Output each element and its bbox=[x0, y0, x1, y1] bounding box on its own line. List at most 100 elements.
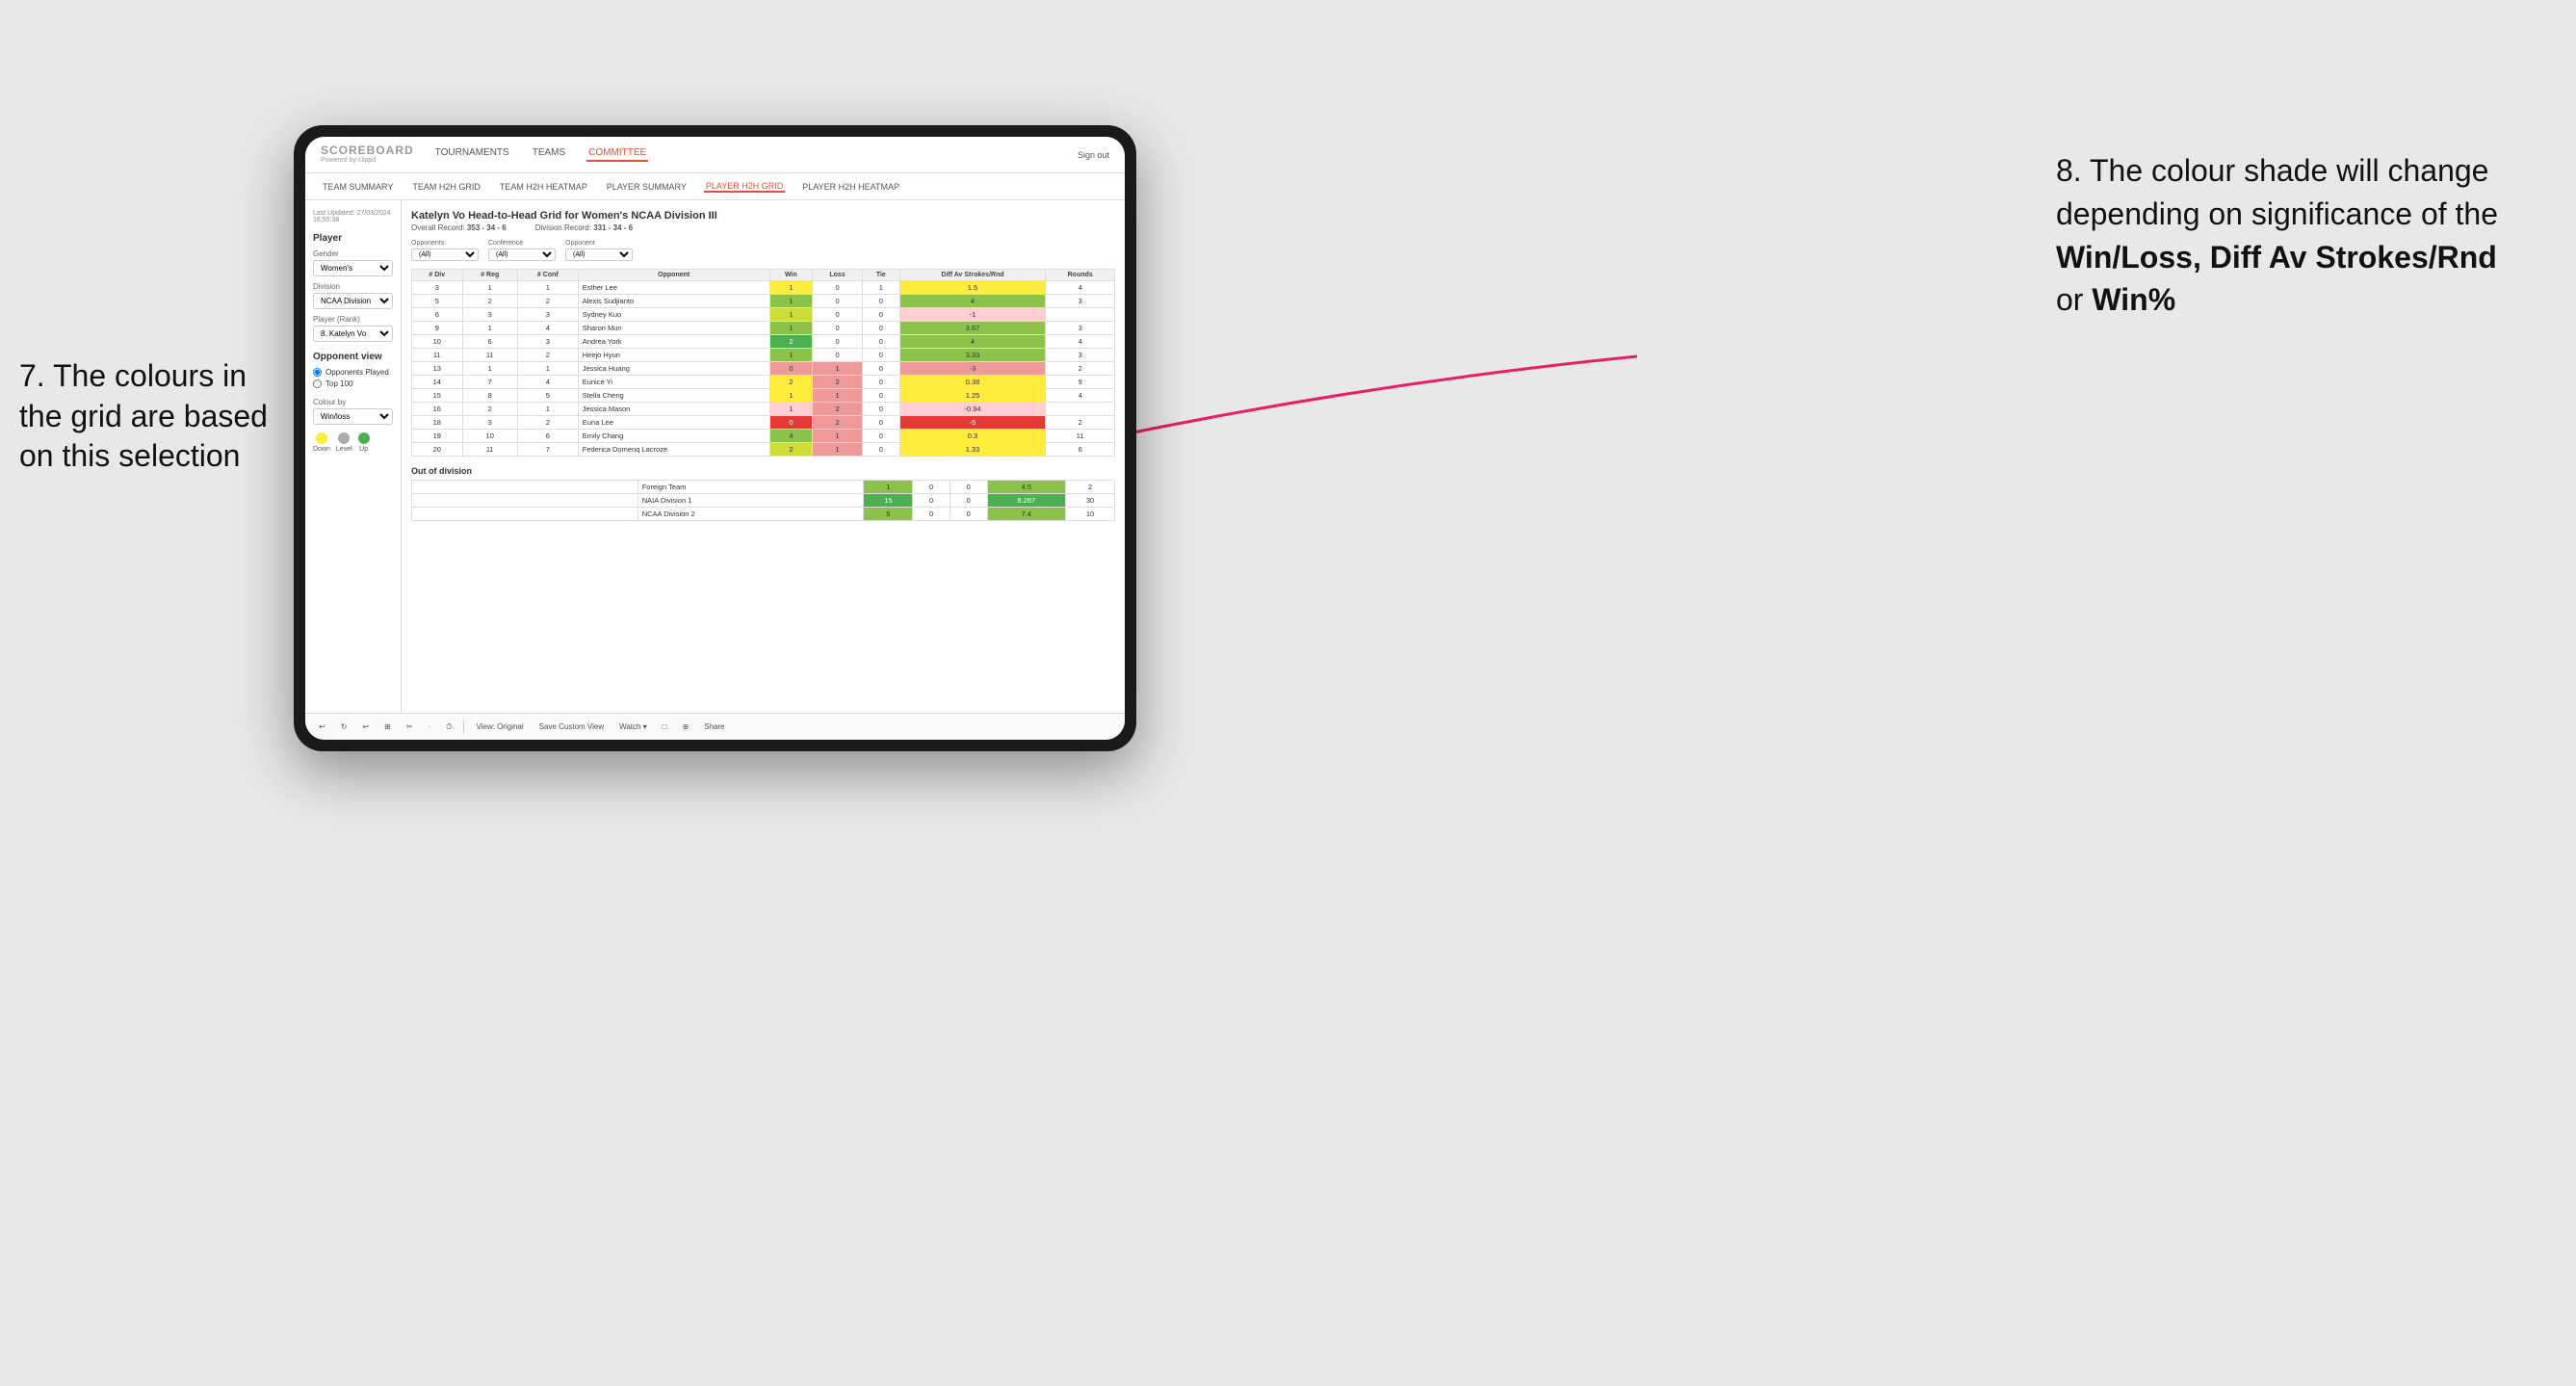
radio-top100[interactable]: Top 100 bbox=[313, 379, 393, 388]
grid-record: Overall Record: 353 - 34 - 6 Division Re… bbox=[411, 223, 1115, 232]
toolbar-timer[interactable]: ⏱ bbox=[442, 720, 455, 734]
nav-tournaments[interactable]: TOURNAMENTS bbox=[433, 147, 511, 162]
gender-select[interactable]: Women's bbox=[313, 260, 393, 276]
legend-up-circle bbox=[358, 432, 370, 444]
table-row: 5 2 2 Alexis Sudjianto 1 0 0 4 3 bbox=[412, 295, 1115, 308]
table-row: 19 10 6 Emily Chang 4 1 0 0.3 11 bbox=[412, 430, 1115, 443]
toolbar-square[interactable]: □ bbox=[659, 720, 671, 733]
col-loss: Loss bbox=[813, 270, 863, 281]
legend-level: Level bbox=[336, 432, 352, 453]
colour-by-select[interactable]: Win/loss bbox=[313, 408, 393, 425]
legend-level-label: Level bbox=[336, 446, 352, 453]
colour-by-label: Colour by bbox=[313, 398, 393, 406]
player-rank-label: Player (Rank) bbox=[313, 315, 393, 324]
col-win: Win bbox=[769, 270, 812, 281]
toolbar-cut[interactable]: ✂ bbox=[403, 720, 417, 733]
table-row: 11 11 2 Heejo Hyun 1 0 0 3.33 3 bbox=[412, 349, 1115, 362]
toolbar-undo[interactable]: ↩ bbox=[315, 720, 329, 733]
subnav-team-summary[interactable]: TEAM SUMMARY bbox=[321, 182, 395, 192]
toolbar-redo[interactable]: ↻ bbox=[337, 720, 351, 733]
annotation-right-bold4: Win% bbox=[2092, 282, 2175, 317]
annotation-right-bold2: Diff Av Strokes/Rnd bbox=[2210, 240, 2497, 275]
toolbar-back[interactable]: ↩ bbox=[358, 720, 373, 733]
toolbar-divider bbox=[463, 720, 464, 734]
toolbar-plus[interactable]: ⊕ bbox=[679, 720, 693, 733]
tablet-frame: SCOREBOARD Powered by clippd TOURNAMENTS… bbox=[294, 125, 1136, 751]
sidebar: Last Updated: 27/03/2024 16:55:38 Player… bbox=[305, 200, 402, 713]
colour-by: Colour by Win/loss bbox=[313, 398, 393, 425]
col-tie: Tie bbox=[862, 270, 899, 281]
filter-opponents-select[interactable]: (All) bbox=[411, 248, 479, 261]
annotation-right-bold1: Win/Loss, bbox=[2056, 240, 2201, 275]
bottom-toolbar: ↩ ↻ ↩ ⊞ ✂ · ⏱ View: Original Save Custom… bbox=[305, 713, 1125, 740]
col-opponent: Opponent bbox=[578, 270, 769, 281]
subnav-team-h2h-heatmap[interactable]: TEAM H2H HEATMAP bbox=[498, 182, 589, 192]
legend-down-label: Down bbox=[313, 446, 330, 453]
annotation-left: 7. The colours in the grid are based on … bbox=[19, 356, 289, 477]
table-row: 20 11 7 Federica Domenq Lacroze 2 1 0 1.… bbox=[412, 443, 1115, 457]
gender-label: Gender bbox=[313, 249, 393, 258]
division-label: Division bbox=[313, 282, 393, 291]
toolbar-view-original[interactable]: View: Original bbox=[472, 720, 527, 733]
filter-opponent-label: Opponent bbox=[565, 240, 633, 247]
toolbar-dot[interactable]: · bbox=[425, 720, 435, 733]
table-row: Foreign Team 1 0 0 4.5 2 bbox=[412, 481, 1115, 494]
filter-opponents-label: Opponents: bbox=[411, 240, 479, 247]
nav-teams[interactable]: TEAMS bbox=[531, 147, 567, 162]
data-table: # Div # Reg # Conf Opponent Win Loss Tie… bbox=[411, 269, 1115, 457]
table-row: 14 7 4 Eunice Yi 2 2 0 0.38 9 bbox=[412, 376, 1115, 389]
logo: SCOREBOARD Powered by clippd bbox=[321, 144, 414, 165]
table-row: 15 8 5 Stella Cheng 1 1 0 1.25 4 bbox=[412, 389, 1115, 403]
col-rounds: Rounds bbox=[1046, 270, 1115, 281]
subnav-player-h2h-grid[interactable]: PLAYER H2H GRID bbox=[704, 181, 785, 193]
toolbar-watch[interactable]: Watch ▾ bbox=[615, 720, 651, 733]
filter-opponent-select[interactable]: (All) bbox=[565, 248, 633, 261]
toolbar-grid[interactable]: ⊞ bbox=[380, 720, 395, 733]
sidebar-section-title: Player bbox=[313, 233, 393, 244]
toolbar-save-custom[interactable]: Save Custom View bbox=[535, 720, 608, 733]
radio-group: Opponents Played Top 100 bbox=[313, 368, 393, 388]
radio-opponents-played[interactable]: Opponents Played bbox=[313, 368, 393, 377]
sign-out[interactable]: Sign out bbox=[1078, 150, 1109, 160]
division-select[interactable]: NCAA Division III bbox=[313, 293, 393, 309]
table-row: 3 1 1 Esther Lee 1 0 1 1.5 4 bbox=[412, 281, 1115, 295]
out-of-division-table: Foreign Team 1 0 0 4.5 2 NAIA Division 1… bbox=[411, 480, 1115, 521]
out-of-division-label: Out of division bbox=[411, 466, 1115, 476]
legend: Down Level Up bbox=[313, 432, 393, 453]
toolbar-share[interactable]: Share bbox=[700, 720, 728, 733]
filter-opponent: Opponent (All) bbox=[565, 240, 633, 261]
legend-down-circle bbox=[316, 432, 327, 444]
opponent-view-label: Opponent view bbox=[313, 352, 393, 362]
table-row: 6 3 3 Sydney Kuo 1 0 0 -1 bbox=[412, 308, 1115, 322]
sidebar-timestamp: Last Updated: 27/03/2024 16:55:38 bbox=[313, 210, 393, 223]
table-row: 10 6 3 Andrea York 2 0 0 4 4 bbox=[412, 335, 1115, 349]
legend-level-circle bbox=[338, 432, 350, 444]
table-row: 9 1 4 Sharon Mun 1 0 0 3.67 3 bbox=[412, 322, 1115, 335]
table-row: 13 1 1 Jessica Huang 0 1 0 -3 2 bbox=[412, 362, 1115, 376]
top-nav: SCOREBOARD Powered by clippd TOURNAMENTS… bbox=[305, 137, 1125, 173]
opponent-view: Opponent view Opponents Played Top 100 bbox=[313, 352, 393, 388]
table-row: NAIA Division 1 15 0 0 9.267 30 bbox=[412, 494, 1115, 508]
legend-up: Up bbox=[358, 432, 370, 453]
subnav-team-h2h-grid[interactable]: TEAM H2H GRID bbox=[410, 182, 482, 192]
player-rank-select[interactable]: 8. Katelyn Vo bbox=[313, 326, 393, 342]
col-diff: Diff Av Strokes/Rnd bbox=[899, 270, 1046, 281]
subnav-player-h2h-heatmap[interactable]: PLAYER H2H HEATMAP bbox=[800, 182, 901, 192]
filter-conference-label: Conference bbox=[488, 240, 556, 247]
subnav-player-summary[interactable]: PLAYER SUMMARY bbox=[605, 182, 689, 192]
filter-conference: Conference (All) bbox=[488, 240, 556, 261]
grid-area: Katelyn Vo Head-to-Head Grid for Women's… bbox=[402, 200, 1125, 713]
table-row: 18 3 2 Euna Lee 0 2 0 -5 2 bbox=[412, 416, 1115, 430]
nav-committee[interactable]: COMMITTEE bbox=[586, 147, 648, 162]
sub-nav: TEAM SUMMARY TEAM H2H GRID TEAM H2H HEAT… bbox=[305, 173, 1125, 200]
filter-opponents: Opponents: (All) bbox=[411, 240, 479, 261]
filter-row: Opponents: (All) Conference (All) Oppone… bbox=[411, 240, 1115, 261]
legend-down: Down bbox=[313, 432, 330, 453]
tablet-screen: SCOREBOARD Powered by clippd TOURNAMENTS… bbox=[305, 137, 1125, 740]
annotation-right: 8. The colour shade will change dependin… bbox=[2056, 149, 2537, 322]
col-reg: # Reg bbox=[462, 270, 517, 281]
main-content: Last Updated: 27/03/2024 16:55:38 Player… bbox=[305, 200, 1125, 713]
nav-items: TOURNAMENTS TEAMS COMMITTEE bbox=[433, 147, 1078, 162]
filter-conference-select[interactable]: (All) bbox=[488, 248, 556, 261]
grid-title: Katelyn Vo Head-to-Head Grid for Women's… bbox=[411, 210, 1115, 222]
